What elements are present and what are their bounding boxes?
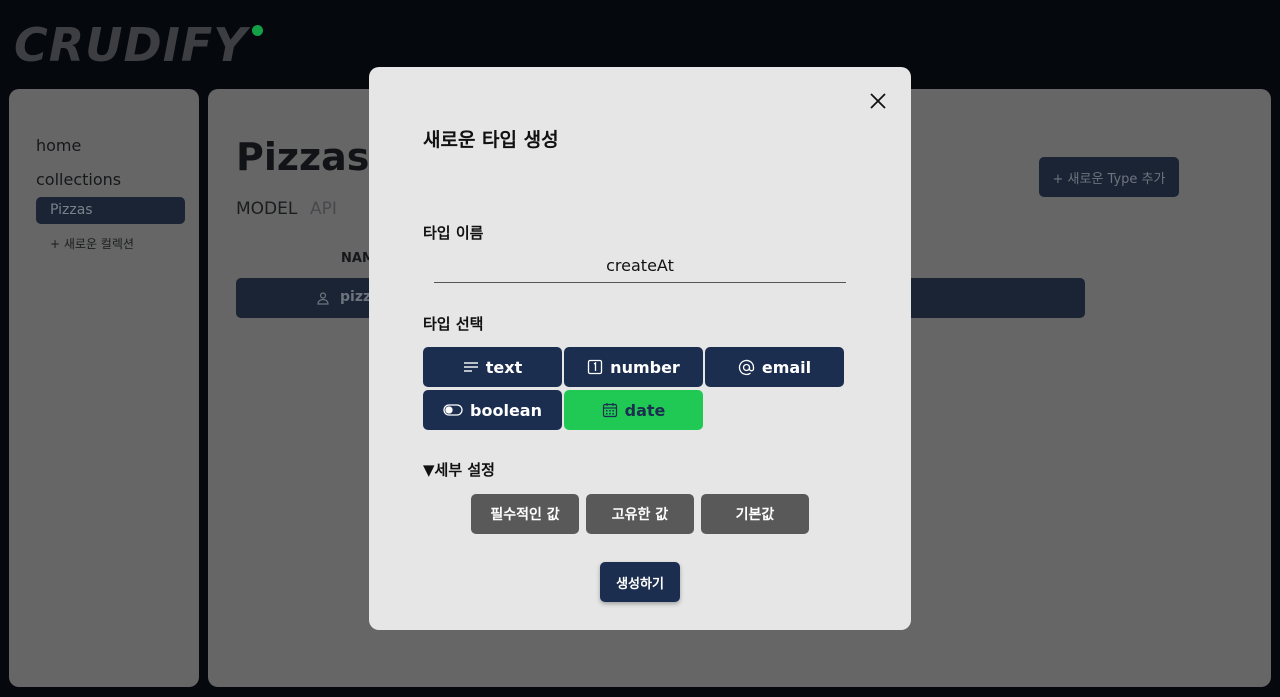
row-name: pizz xyxy=(340,289,372,305)
app-logo: CRUDIFY xyxy=(14,18,248,72)
toggle-icon xyxy=(443,404,463,416)
lines-icon xyxy=(463,362,478,372)
at-icon xyxy=(738,359,754,375)
status-dot xyxy=(252,25,263,36)
create-type-modal: 새로운 타입 생성 타입 이름 타입 선택 text number email … xyxy=(369,67,911,630)
number-box-icon xyxy=(588,359,603,375)
type-select-label: 타입 선택 xyxy=(423,315,484,333)
type-button-number[interactable]: number xyxy=(564,347,703,387)
user-icon xyxy=(316,290,330,309)
required-option-button[interactable]: 필수적인 값 xyxy=(471,494,579,534)
tab-api[interactable]: API xyxy=(310,199,337,219)
calendar-icon xyxy=(602,403,617,418)
type-button-label: text xyxy=(485,357,523,377)
type-button-label: number xyxy=(610,357,680,377)
create-button[interactable]: 생성하기 xyxy=(600,562,680,602)
type-button-label: email xyxy=(761,357,812,377)
page-title: Pizzas xyxy=(236,135,370,179)
type-button-email[interactable]: email xyxy=(705,347,844,387)
sidebar: home collections Pizzas + 새로운 컬렉션 xyxy=(9,89,199,687)
sidebar-item-collections[interactable]: collections xyxy=(36,170,121,189)
type-name-input[interactable] xyxy=(434,249,846,283)
add-type-button[interactable]: + 새로운 Type 추가 xyxy=(1039,157,1179,197)
type-button-label: boolean xyxy=(470,400,542,420)
sidebar-item-home[interactable]: home xyxy=(36,136,81,155)
details-toggle[interactable]: ▼세부 설정 xyxy=(423,459,495,480)
type-button-boolean[interactable]: boolean xyxy=(423,390,562,430)
close-icon xyxy=(870,93,886,109)
type-name-label: 타입 이름 xyxy=(423,224,484,242)
type-button-date[interactable]: date xyxy=(564,390,703,430)
add-collection-link[interactable]: + 새로운 컬렉션 xyxy=(50,235,134,252)
type-button-label: date xyxy=(624,400,666,420)
close-button[interactable] xyxy=(867,90,889,112)
sidebar-item-pizzas[interactable]: Pizzas xyxy=(36,197,185,224)
type-button-text[interactable]: text xyxy=(423,347,562,387)
modal-title: 새로운 타입 생성 xyxy=(423,129,559,151)
default-value-option-button[interactable]: 기본값 xyxy=(701,494,809,534)
tab-model[interactable]: MODEL xyxy=(236,199,297,219)
unique-option-button[interactable]: 고유한 값 xyxy=(586,494,694,534)
